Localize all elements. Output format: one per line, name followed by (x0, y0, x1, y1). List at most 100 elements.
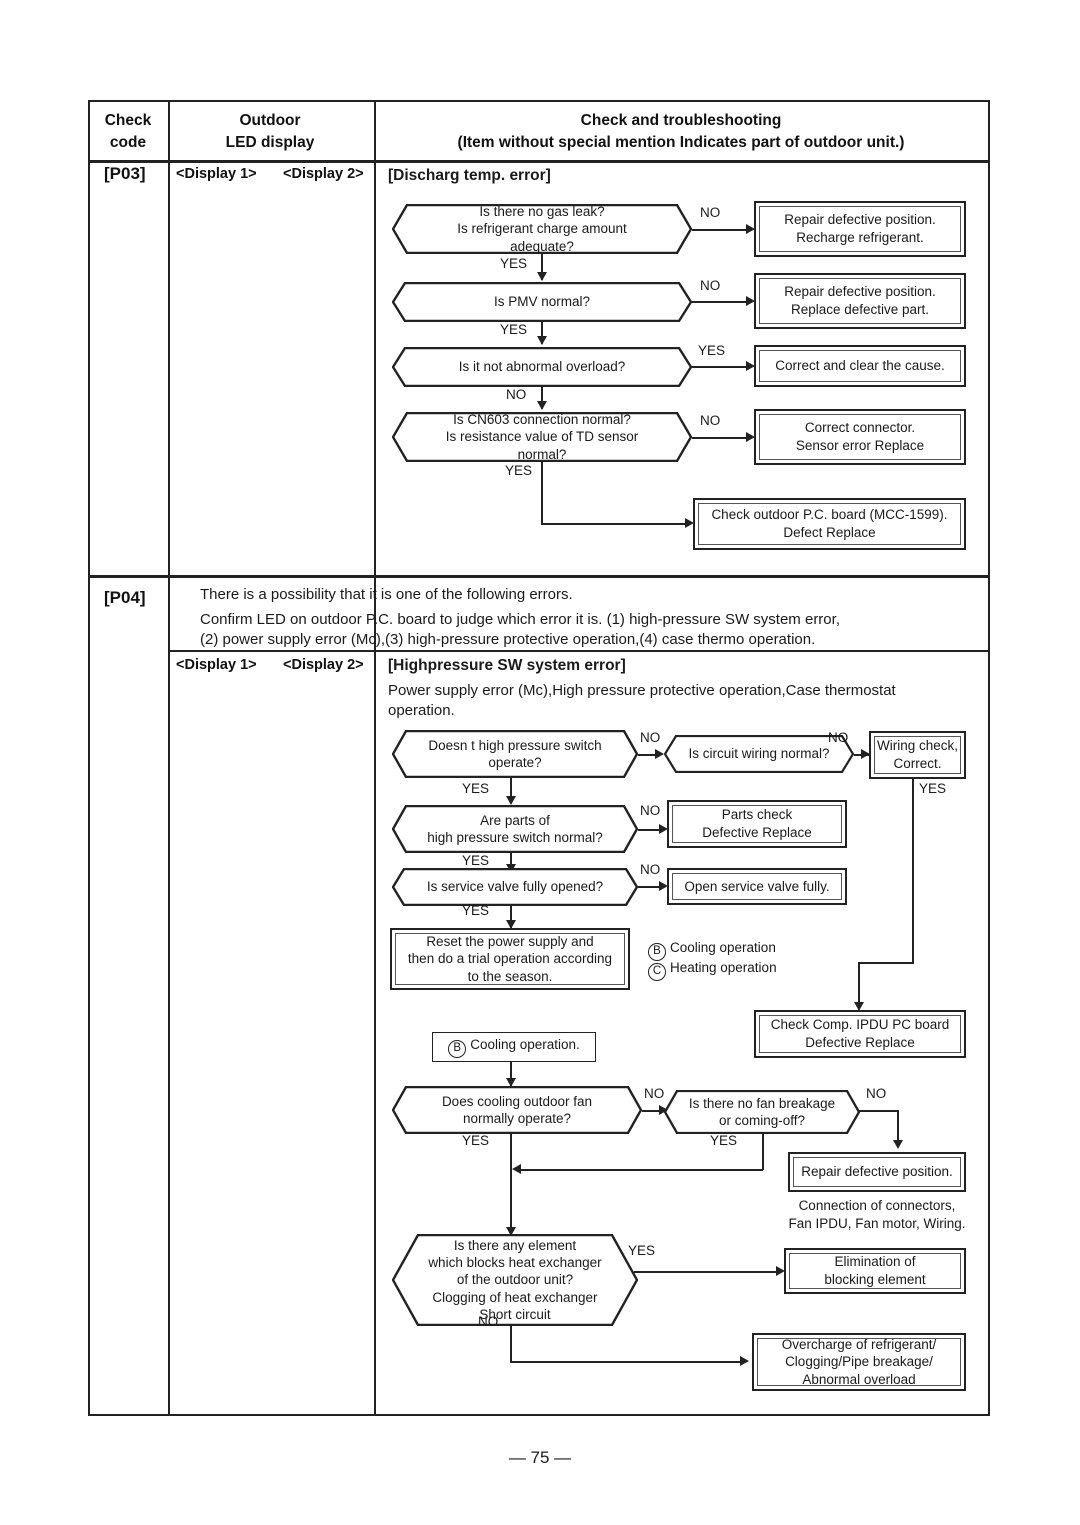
label-d4-yes: YES (505, 463, 533, 478)
row-divider-p03-p04 (90, 575, 988, 578)
result-overcharge-refrigerant: Overcharge of refrigerant/ Clogging/Pipe… (752, 1333, 966, 1391)
line-1: Repair defective position. (784, 212, 936, 228)
document-page: Check code Outdoor LED display Check and… (0, 0, 1080, 1525)
column-divider-1 (168, 102, 170, 1414)
line-d4-yes-h (541, 523, 689, 525)
line-e14-no-h (510, 1361, 744, 1363)
line-2: Replace defective part. (790, 302, 930, 317)
p04-subtitle-line1: Power supply error (Mc),High pressure pr… (388, 682, 896, 699)
arrow-d1-yes (537, 272, 547, 281)
legend-heating-operation: C Heating operation (648, 958, 777, 981)
line-1: Is circuit wiring normal? (688, 746, 830, 762)
decision-abnormal-overload: Is it not abnormal overload? (392, 347, 692, 387)
label-e4-no: NO (640, 803, 661, 818)
line-2: operate? (488, 755, 542, 770)
decision-service-valve: Is service valve fully opened? (392, 868, 638, 906)
decision-circuit-wiring: Is circuit wiring normal? (664, 735, 854, 773)
decision-hp-switch-parts: Are parts of high pressure switch normal… (392, 805, 638, 853)
result-repair-defective-position: Repair defective position. (788, 1152, 966, 1192)
line-1: Are parts of (480, 812, 550, 828)
label-e2-no: NO (828, 730, 849, 745)
label-e6-yes: YES (462, 903, 490, 918)
label-d1-no: NO (700, 205, 721, 220)
circle-c-icon: C (648, 963, 666, 981)
decision-hp-switch-parts-label: Are parts of high pressure switch normal… (405, 812, 625, 847)
decision-abnormal-overload-label: Is it not abnormal overload? (425, 358, 660, 375)
result-parts-check-inner: Parts check Defective Replace (672, 805, 842, 843)
result-open-service-valve: Open service valve fully. (667, 868, 847, 905)
result-reset-power-supply: Reset the power supply and then do a tri… (390, 928, 630, 990)
header-outdoor-line1: Outdoor (239, 112, 301, 129)
line-2: Is resistance value of TD sensor normal? (445, 429, 639, 462)
line-1: Repair defective position. (784, 284, 936, 300)
line-e12-yes-v (762, 1134, 764, 1170)
line-e3-yes-v (912, 779, 914, 963)
p04-intro-line1: There is a possibility that it is one of… (200, 586, 573, 603)
label-e1-yes: YES (462, 781, 490, 796)
line-2: Clogging/Pipe breakage/ (785, 1354, 933, 1370)
decision-hp-switch-operate: Doesn t high pressure switch operate? (392, 730, 638, 778)
result-check-comp-ipdu: Check Comp. IPDU PC board Defective Repl… (754, 1010, 966, 1058)
legend-cooling-text: Cooling operation (670, 940, 776, 955)
p04-title: [Highpressure SW system error] (388, 657, 626, 674)
decision-gas-leak-label: Is there no gas leak? Is refrigerant cha… (392, 203, 692, 255)
line-2: Recharge refrigerant. (796, 230, 924, 245)
line-d2-no (692, 301, 750, 303)
label-e3-yes: YES (919, 781, 947, 796)
header-outdoor-line2: LED display (225, 134, 315, 152)
line-2: normally operate? (462, 1111, 572, 1126)
line-1: Reset the power supply and (426, 933, 594, 949)
result-wiring-check-inner: Wiring check, Correct. (874, 736, 961, 774)
line-1: Correct connector. (804, 420, 916, 436)
line-1: Is service valve fully opened? (426, 879, 604, 895)
page-number: — 75 — (508, 1448, 572, 1467)
label-e6-no: NO (640, 862, 661, 877)
result-overcharge-refrigerant-inner: Overcharge of refrigerant/ Clogging/Pipe… (757, 1337, 961, 1387)
decision-cooling-outdoor-fan-label: Does cooling outdoor fan normally operat… (420, 1093, 614, 1128)
line-d3-yes (692, 366, 750, 368)
code-p03: [P03] (104, 164, 146, 183)
decision-cn603-td-sensor-label: Is CN603 connection normal? Is resistanc… (392, 411, 692, 463)
result-open-service-valve-inner: Open service valve fully. (672, 873, 842, 900)
line-1: Is there any element (453, 1237, 577, 1253)
line-2: or coming-off? (718, 1113, 806, 1128)
decision-cooling-outdoor-fan: Does cooling outdoor fan normally operat… (392, 1086, 642, 1134)
line-1: Repair defective position. (801, 1164, 953, 1180)
decision-pmv-normal: Is PMV normal? (392, 282, 692, 322)
legend-heating-text: Heating operation (670, 960, 777, 975)
line-d1-no (692, 229, 750, 231)
column-divider-2 (374, 102, 376, 1414)
label-d2-yes: YES (500, 322, 528, 337)
label-e12-yes: YES (710, 1133, 738, 1148)
decision-pmv-normal-label: Is PMV normal? (460, 293, 624, 310)
line-2: then do a trial operation according (407, 951, 613, 967)
header-check-code-line1: Check (104, 112, 152, 129)
result-correct-clear-cause-inner: Correct and clear the cause. (759, 350, 961, 382)
result-repair-defective-position-inner: Repair defective position. (793, 1157, 961, 1187)
result-wiring-check: Wiring check, Correct. (869, 731, 966, 779)
arrow-d3-no (537, 401, 547, 410)
line-1: Wiring check, (876, 738, 959, 754)
note-connectors: Connection of connectors, Fan IPDU, Fan … (788, 1197, 966, 1232)
line-2: which blocks heat exchanger (428, 1255, 602, 1271)
decision-cn603-td-sensor: Is CN603 connection normal? Is resistanc… (392, 412, 692, 462)
line-3: of the outdoor unit? (456, 1272, 574, 1288)
line-d4-no (692, 437, 750, 439)
line-2: Is refrigerant charge amount adequate? (457, 221, 627, 254)
line-1: Elimination of (834, 1254, 916, 1270)
header-outdoor-led: Outdoor LED display (168, 110, 372, 155)
label-d2-no: NO (700, 278, 721, 293)
p04-subtitle-line2: operation. (388, 702, 455, 719)
line-1: Is there no gas leak? (479, 204, 605, 220)
result-elimination-blocking-element: Elimination of blocking element (784, 1248, 966, 1294)
result-check-outdoor-pc-board: Check outdoor P.C. board (MCC-1599). Def… (693, 498, 966, 550)
line-e12-no-h (858, 1110, 898, 1112)
header-check-line2: (Item without special mention Indicates … (457, 134, 905, 152)
line-4: Clogging of heat exchanger (432, 1289, 598, 1305)
p03-display-2: <Display 2> (283, 166, 364, 182)
decision-circuit-wiring-label: Is circuit wiring normal? (674, 745, 843, 762)
p04-display-2: <Display 2> (283, 657, 364, 673)
p04-display-1: <Display 1> (176, 657, 257, 673)
line-1: Is CN603 connection normal? (453, 412, 631, 428)
result-reset-power-supply-inner: Reset the power supply and then do a tri… (395, 933, 625, 985)
